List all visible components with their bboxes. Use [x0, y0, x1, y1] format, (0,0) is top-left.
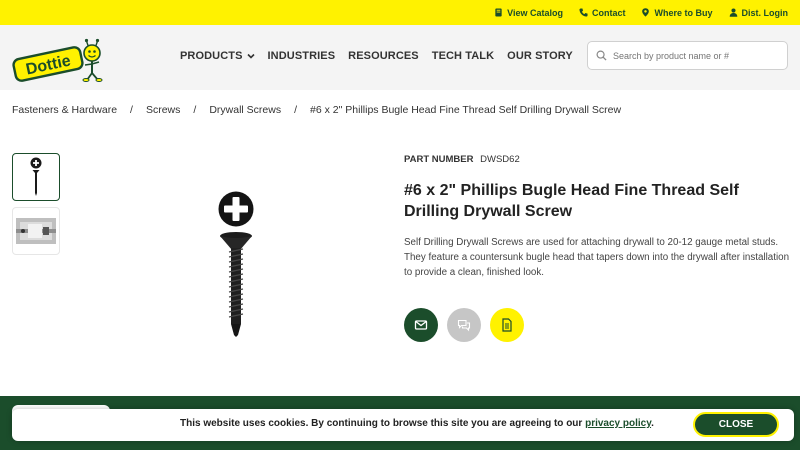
main-nav: PRODUCTS INDUSTRIES RESOURCES TECH TALK … — [180, 50, 573, 62]
user-icon — [729, 8, 737, 17]
email-button[interactable] — [404, 308, 438, 342]
cookie-message: This website uses cookies. By continuing… — [180, 418, 654, 429]
thumbnail-application[interactable] — [12, 207, 60, 255]
breadcrumb-separator: / — [294, 104, 298, 116]
product-main-image — [218, 191, 254, 337]
where-to-buy-label: Where to Buy — [654, 7, 713, 18]
breadcrumb: Fasteners & Hardware / Screws / Drywall … — [12, 104, 621, 116]
breadcrumb-screws[interactable]: Screws — [146, 104, 180, 116]
chat-button[interactable] — [447, 308, 481, 342]
nav-resources[interactable]: RESOURCES — [348, 50, 419, 62]
product-description: Self Drilling Drywall Screws are used fo… — [404, 237, 790, 278]
contact-label: Contact — [591, 7, 626, 18]
nav-our-story[interactable]: OUR STORY — [507, 50, 573, 62]
map-pin-icon — [642, 8, 650, 17]
chat-icon — [457, 319, 471, 332]
part-number: PART NUMBER DWSD62 — [404, 154, 520, 165]
view-catalog-link[interactable]: View Catalog — [494, 8, 563, 18]
chevron-down-icon — [246, 53, 255, 59]
document-icon — [502, 318, 512, 332]
search-icon — [596, 50, 607, 61]
dist-login-link[interactable]: Dist. Login — [729, 7, 789, 18]
thumbnail-screw[interactable] — [12, 153, 60, 201]
catalog-icon — [495, 8, 502, 17]
where-to-buy-link[interactable]: Where to Buy — [641, 7, 713, 18]
nav-tech-talk[interactable]: TECH TALK — [432, 50, 494, 62]
breadcrumb-fasteners[interactable]: Fasteners & Hardware — [12, 104, 117, 116]
privacy-policy-link[interactable]: privacy policy — [585, 418, 651, 429]
view-catalog-label: View Catalog — [507, 7, 563, 18]
part-number-label: PART NUMBER — [404, 154, 474, 165]
dist-login-label: Dist. Login — [741, 7, 789, 18]
contact-link[interactable]: Contact — [579, 7, 626, 18]
cookie-message-suffix: . — [651, 418, 654, 429]
site-header: Dottie PRODUCTS INDUSTRIES RESOURCES TEC… — [0, 25, 800, 90]
nav-our-story-label: OUR STORY — [507, 50, 573, 62]
nav-industries[interactable]: INDUSTRIES — [268, 50, 336, 62]
top-utility-bar: View Catalog Contact Where to Buy Dist. … — [0, 0, 800, 25]
document-button[interactable] — [490, 308, 524, 342]
breadcrumb-separator: / — [193, 104, 197, 116]
product-title: #6 x 2" Phillips Bugle Head Fine Thread … — [404, 182, 739, 220]
breadcrumb-drywall-screws[interactable]: Drywall Screws — [209, 104, 281, 116]
nav-products-label: PRODUCTS — [180, 50, 243, 62]
breadcrumb-separator: / — [130, 104, 133, 116]
part-number-value: DWSD62 — [480, 154, 520, 165]
search-input[interactable] — [613, 50, 783, 61]
search-box[interactable] — [587, 41, 788, 70]
phone-icon — [579, 8, 588, 17]
email-icon — [414, 320, 428, 330]
dottie-logo[interactable]: Dottie — [12, 36, 108, 82]
nav-tech-talk-label: TECH TALK — [431, 50, 495, 62]
nav-resources-label: RESOURCES — [348, 50, 419, 62]
nav-products[interactable]: PRODUCTS — [180, 50, 255, 62]
cookie-banner: This website uses cookies. By continuing… — [12, 409, 794, 441]
product-actions — [404, 308, 524, 342]
nav-industries-label: INDUSTRIES — [267, 50, 336, 62]
application-thumbnail-image — [16, 218, 56, 244]
cookie-close-button[interactable]: CLOSE — [693, 412, 779, 437]
screw-thumbnail-image — [30, 157, 42, 196]
breadcrumb-current: #6 x 2" Phillips Bugle Head Fine Thread … — [310, 104, 622, 116]
cookie-message-text: This website uses cookies. By continuing… — [180, 418, 586, 429]
